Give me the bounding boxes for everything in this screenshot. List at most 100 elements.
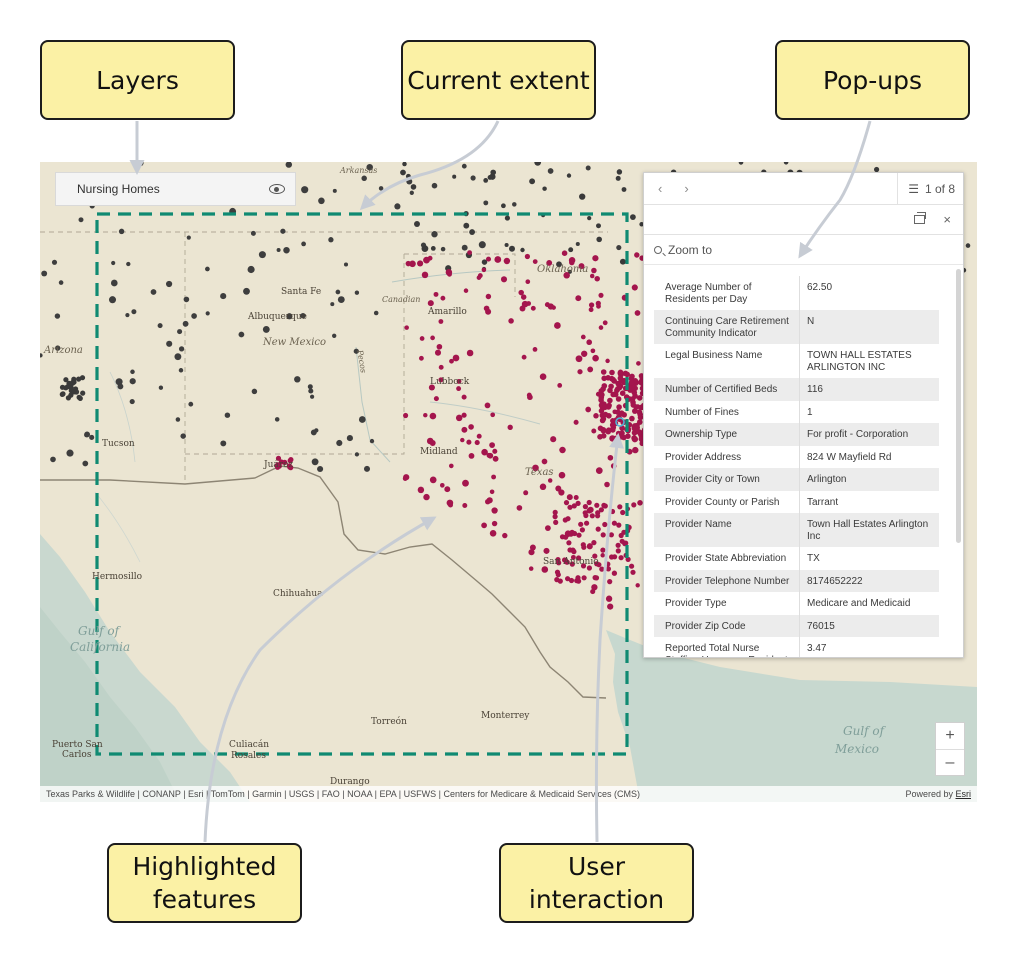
highlighted-feature-point: [516, 505, 523, 511]
attribute-row: Provider Type Medicare and Medicaid: [654, 592, 939, 615]
highlighted-feature-point: [468, 453, 475, 459]
attribute-value: 8174652222: [799, 569, 939, 592]
close-button[interactable]: ×: [943, 212, 951, 227]
highlighted-feature-point: [591, 428, 597, 434]
label-san-antonio: San Antonio: [543, 557, 599, 567]
highlighted-feature-point: [550, 436, 557, 443]
feature-point: [58, 280, 64, 285]
highlighted-feature-point: [554, 322, 561, 329]
feature-point: [125, 313, 130, 318]
feature-point: [337, 296, 345, 304]
highlighted-feature-point: [462, 503, 468, 508]
highlighted-feature-point: [461, 412, 467, 418]
feature-point: [60, 391, 66, 397]
feature-count[interactable]: ☰ 1 of 8: [897, 173, 963, 204]
feature-point: [131, 309, 137, 315]
esri-link[interactable]: Esri: [956, 789, 972, 799]
feature-point: [307, 384, 313, 390]
eye-icon[interactable]: [269, 184, 285, 194]
feature-point: [82, 460, 89, 467]
highlighted-feature-point: [620, 509, 626, 516]
highlighted-feature-point: [507, 424, 513, 430]
feature-point: [280, 228, 286, 234]
feature-point: [568, 247, 574, 253]
label-tucson: Tucson: [102, 439, 135, 449]
highlighted-feature-point: [405, 260, 412, 267]
feature-point: [59, 384, 66, 390]
dock-icon[interactable]: [914, 212, 927, 224]
label-gulf-of-mexico-2: Mexico: [835, 742, 879, 756]
callout-popups-text: Pop-ups: [822, 65, 923, 95]
highlighted-feature-point: [598, 507, 605, 513]
highlighted-feature-point: [423, 412, 428, 418]
highlighted-feature-point: [539, 373, 547, 380]
highlighted-feature-point: [541, 566, 549, 573]
highlighted-feature-point: [417, 260, 424, 267]
popup-nav: ‹ ›: [644, 181, 689, 196]
highlighted-feature-point: [423, 256, 430, 264]
highlighted-feature-point: [421, 271, 429, 279]
popup-scrollbar[interactable]: [956, 269, 961, 543]
highlighted-feature-point: [615, 548, 621, 554]
zoom-to-button[interactable]: Zoom to: [644, 235, 963, 265]
feature-point: [89, 434, 95, 440]
highlighted-feature-point: [403, 412, 409, 419]
attribute-label: Provider City or Town: [654, 468, 800, 491]
highlighted-feature-point: [530, 305, 536, 311]
highlighted-feature-point: [607, 603, 614, 610]
label-new-mexico: New Mexico: [263, 337, 327, 348]
feature-point: [205, 311, 210, 316]
highlighted-feature-point: [600, 553, 605, 558]
highlighted-feature-point: [617, 434, 624, 440]
feature-point: [178, 368, 184, 373]
highlighted-feature-point: [418, 355, 424, 361]
feature-point: [358, 416, 366, 423]
highlighted-feature-point: [607, 397, 613, 404]
layer-list-item[interactable]: Nursing Homes: [55, 172, 296, 206]
feature-point: [335, 289, 341, 295]
highlighted-feature-point: [544, 525, 551, 532]
zoom-in-button[interactable]: +: [936, 723, 964, 750]
attribute-value: 116: [799, 378, 939, 401]
attribute-label: Provider Address: [654, 445, 800, 468]
popup-panel: ‹ › ☰ 1 of 8 × Zoom to Average Number of…: [643, 172, 964, 658]
highlighted-feature-point: [429, 412, 437, 420]
highlighted-feature-point: [434, 349, 442, 356]
feature-point: [509, 245, 515, 252]
highlighted-feature-point: [589, 513, 595, 519]
zoom-out-button[interactable]: –: [936, 750, 964, 776]
highlighted-feature-point: [562, 517, 568, 523]
label-puerto-san-carlos-2: Carlos: [62, 750, 92, 760]
attribute-label: Provider Name: [654, 513, 800, 547]
label-culiacan-2: Rosales: [231, 751, 267, 761]
attribute-row: Provider Zip Code 76015: [654, 614, 939, 637]
attribute-value: For profit - Corporation: [799, 423, 939, 446]
feature-point: [314, 428, 319, 433]
label-arizona: Arizona: [44, 345, 83, 356]
label-gulf-of-california-2: California: [70, 640, 131, 654]
highlighted-feature-point: [557, 383, 563, 388]
highlighted-feature-point: [555, 572, 561, 578]
highlighted-feature-point: [602, 404, 608, 411]
highlighted-feature-point: [592, 255, 599, 262]
feature-point: [330, 302, 335, 307]
highlighted-feature-point: [619, 390, 626, 396]
powered-by-text: Powered by: [905, 789, 953, 799]
feature-point: [220, 293, 227, 300]
next-feature-button[interactable]: ›: [684, 181, 688, 196]
highlighted-feature-point: [577, 369, 583, 375]
highlighted-feature-point: [589, 273, 595, 279]
feature-point: [354, 452, 360, 457]
feature-point: [174, 353, 182, 361]
attribute-label: Reported Total Nurse Staffing Hours per …: [654, 637, 800, 657]
highlighted-feature-point: [494, 256, 502, 263]
previous-feature-button[interactable]: ‹: [658, 181, 662, 196]
highlighted-feature-point: [602, 320, 608, 326]
highlighted-feature-point: [594, 502, 600, 508]
feature-point: [115, 378, 123, 386]
highlighted-feature-point: [525, 279, 531, 285]
callout-highlighted-text-1: Highlighted: [132, 852, 277, 881]
attribute-row: Provider Name Town Hall Estates Arlington…: [654, 513, 939, 547]
highlighted-feature-point: [566, 540, 572, 546]
feature-point: [587, 215, 592, 221]
